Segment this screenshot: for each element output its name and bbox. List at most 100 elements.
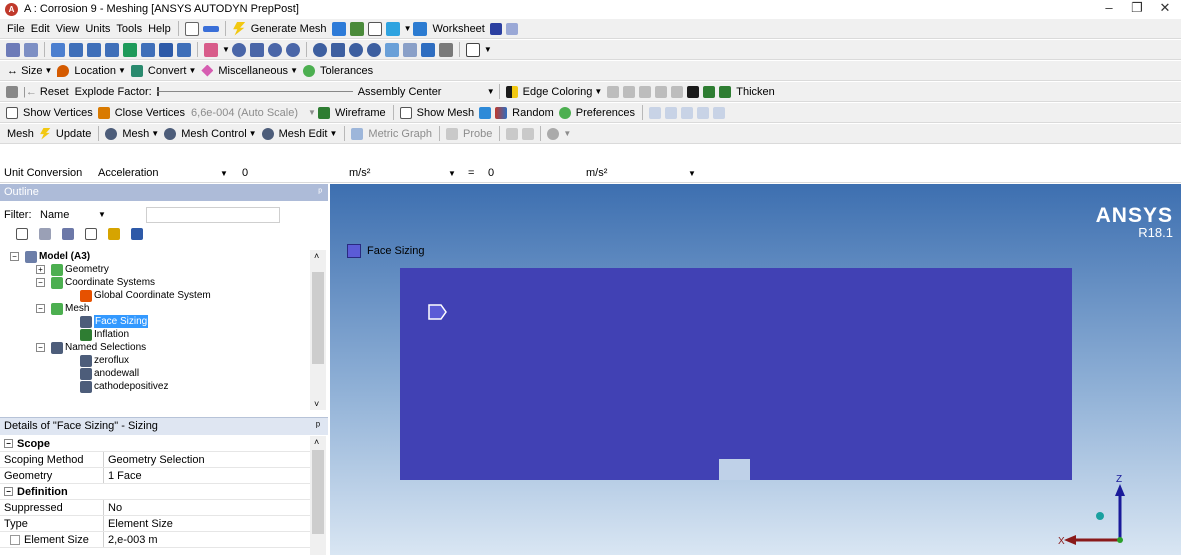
menu-view[interactable]: View [53, 20, 83, 38]
select-edge-icon[interactable] [87, 42, 101, 57]
select-mode-icon[interactable] [6, 42, 20, 57]
table-icon[interactable] [331, 21, 346, 36]
rotate-icon[interactable] [231, 42, 246, 57]
menu-edit[interactable]: Edit [28, 20, 53, 38]
pin-details-icon[interactable]: ᵖ [316, 418, 320, 435]
details-section-definition[interactable]: − Definition [0, 484, 310, 500]
select-element-icon[interactable] [159, 42, 173, 57]
sort-az-icon[interactable] [131, 228, 144, 241]
close-vertices-button[interactable]: Close Vertices [112, 104, 188, 122]
metric-graph-button[interactable]: Metric Graph [365, 125, 435, 143]
worksheet-button[interactable]: Worksheet [429, 20, 487, 38]
scrollbar-thumb[interactable] [312, 272, 324, 364]
folder-icon[interactable] [108, 228, 121, 241]
axis-icon[interactable] [24, 42, 38, 57]
explode-factor-slider[interactable] [155, 87, 355, 96]
pin-panel-icon[interactable]: ᵖ [318, 184, 322, 201]
convert-button[interactable]: Convert ▼ [145, 62, 199, 80]
tree-item-model[interactable]: − Model (A3) [10, 250, 90, 263]
show-mesh-button[interactable]: Show Mesh [414, 104, 477, 122]
menu-file[interactable]: File [4, 20, 28, 38]
filter-search-input[interactable] [146, 207, 280, 223]
select-vertex-icon[interactable] [69, 42, 83, 57]
chevron-down-icon[interactable]: ▼ [563, 129, 571, 138]
iso-view-icon[interactable] [384, 42, 399, 57]
expand-icon[interactable]: + [36, 265, 45, 274]
scrollbar-thumb[interactable] [312, 450, 324, 534]
chevron-down-icon[interactable]: ▼ [222, 45, 230, 54]
next-view-icon[interactable] [420, 42, 435, 57]
details-row[interactable]: Geometry 1 Face [0, 468, 310, 484]
collapse-icon[interactable]: − [10, 252, 19, 261]
tree-filter-icon[interactable] [16, 228, 28, 241]
tree-item-inflation[interactable]: Inflation [78, 328, 129, 341]
details-scrollbar[interactable]: ˄ [310, 436, 326, 555]
triad-1-icon[interactable] [649, 106, 662, 119]
parameter-checkbox[interactable] [10, 534, 20, 545]
chevron-down-icon[interactable]: ▼ [220, 169, 228, 178]
mesh-control-button[interactable]: Mesh Control ▼ [178, 125, 259, 143]
update-button[interactable]: Update [53, 125, 94, 143]
scroll-down-icon[interactable]: ˅ [314, 399, 319, 409]
select-cursor-icon[interactable] [51, 42, 65, 57]
mesh-menu-button[interactable]: Mesh ▼ [119, 125, 162, 143]
chevron-down-icon[interactable]: ▼ [448, 169, 456, 178]
expand-all-icon[interactable] [85, 228, 98, 241]
property-value[interactable]: Geometry Selection [104, 452, 205, 467]
magnifier-minus-icon[interactable] [366, 42, 381, 57]
triad-5-icon[interactable] [713, 106, 726, 119]
select-node-icon[interactable] [141, 42, 155, 57]
min-value-icon[interactable] [506, 127, 519, 140]
edge-style-2-icon[interactable] [623, 85, 636, 98]
graphics-viewport[interactable]: ANSYS R18.1 Face Sizing Z X [330, 184, 1181, 555]
viewport-icon[interactable] [465, 42, 480, 57]
unit-1-dropdown[interactable]: m/s² [349, 167, 370, 179]
tolerances-button[interactable]: Tolerances [317, 62, 376, 80]
tree-item-face-sizing[interactable]: Face Sizing [78, 315, 149, 328]
collapse-icon[interactable]: − [4, 439, 13, 448]
property-value[interactable]: No [104, 500, 122, 515]
collapse-icon[interactable]: − [36, 304, 45, 313]
arrows-icon[interactable] [202, 25, 219, 32]
random-colors-button[interactable]: Random [509, 104, 557, 122]
help-cursor-icon[interactable] [489, 22, 502, 35]
collapse-icon[interactable]: − [36, 343, 45, 352]
outline-scrollbar[interactable]: ˄ ˅ [310, 250, 326, 410]
edge-style-3-icon[interactable] [639, 85, 652, 98]
print-icon[interactable] [438, 42, 453, 57]
mesh-edit-button[interactable]: Mesh Edit ▼ [276, 125, 341, 143]
tag-icon[interactable] [505, 22, 518, 35]
close-button[interactable]: ✕ [1147, 0, 1181, 18]
edge-style-1-icon[interactable] [607, 85, 620, 98]
details-row[interactable]: Type Element Size [0, 516, 310, 532]
edge-style-5-icon[interactable] [671, 85, 684, 98]
menu-units[interactable]: Units [82, 20, 113, 38]
tree-item-named-selections[interactable]: − Named Selections [36, 341, 146, 354]
miscellaneous-button[interactable]: Miscellaneous ▼ [215, 62, 301, 80]
image-icon[interactable] [385, 21, 400, 36]
zoom-box-icon[interactable] [285, 42, 300, 57]
magnifier-icon[interactable] [348, 42, 363, 57]
filter-type-dropdown[interactable]: Name [40, 209, 69, 221]
tree-item-anodewall[interactable]: anodewall [78, 367, 139, 380]
chevron-down-icon[interactable]: ▼ [404, 24, 412, 33]
preferences-button[interactable]: Preferences [573, 104, 638, 122]
triad-4-icon[interactable] [697, 106, 710, 119]
extend-selection-icon[interactable] [204, 42, 218, 57]
display-options-icon[interactable] [547, 127, 560, 140]
chevron-down-icon[interactable]: ▼ [484, 45, 492, 54]
thin-icon[interactable] [703, 85, 716, 98]
edge-coloring-button[interactable]: Edge Coloring ▼ [520, 83, 606, 101]
details-row[interactable]: Suppressed No [0, 500, 310, 516]
property-value[interactable]: 1 Face [104, 468, 142, 483]
worksheet-icon[interactable] [413, 21, 428, 36]
value-2-input[interactable]: 0 [488, 167, 494, 179]
tree-item-mesh[interactable]: − Mesh [36, 302, 89, 315]
assembly-center-dropdown[interactable]: Assembly Center [355, 83, 485, 101]
scroll-up-icon[interactable]: ˄ [314, 251, 319, 261]
property-value[interactable]: Element Size [104, 516, 173, 531]
tree-item-cathodepositivez[interactable]: cathodepositivez [78, 380, 169, 393]
max-value-icon[interactable] [522, 127, 535, 140]
details-row[interactable]: Scoping Method Geometry Selection [0, 452, 310, 468]
face-geometry[interactable] [400, 268, 1072, 480]
